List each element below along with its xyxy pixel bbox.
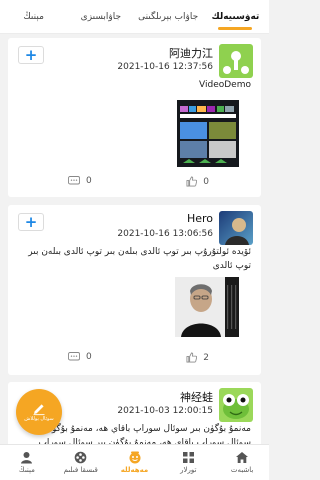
tab-recommended[interactable]: تەۋسىيەلك	[202, 0, 269, 33]
home-icon	[236, 452, 249, 463]
like-stat[interactable]: 2	[186, 352, 209, 363]
avatar[interactable]	[219, 211, 253, 245]
nav-networks[interactable]: تورلار	[161, 445, 215, 480]
ask-question-label: سوئال يوللاش	[24, 416, 54, 422]
grid-icon	[182, 452, 194, 463]
tab-mine[interactable]: مېنىڭ	[0, 0, 67, 33]
like-count: 0	[203, 176, 209, 187]
nav-home[interactable]: باشبەت	[215, 445, 269, 480]
follow-button[interactable]: +	[18, 213, 44, 231]
nav-community[interactable]: مەھەللە	[108, 445, 162, 480]
post-stats: 2 0	[8, 352, 261, 368]
bottom-nav: باشبەت تورلار مەھەللە قىسقا فىلىم مېنىڭ	[0, 444, 269, 480]
thumbs-up-icon	[186, 176, 198, 187]
comment-icon	[68, 176, 80, 185]
nav-networks-label: تورلار	[180, 466, 197, 474]
post-datetime: 2021-10-03 12:00:15	[117, 406, 213, 416]
comment-count: 0	[86, 176, 92, 186]
comment-stat[interactable]: 0	[68, 176, 92, 186]
post-text[interactable]: ئۆيدە ئولتۇرۇپ بىر توپ ئالدى بىلەن بىر ت…	[18, 245, 251, 273]
nav-short-film-label: قىسقا فىلىم	[63, 466, 98, 474]
top-tab-bar: تەۋسىيەلك جاۋاب بېرىلگىنى جاۋابسىزى مېنى…	[0, 0, 269, 34]
post-text[interactable]: VideoDemo	[18, 78, 251, 92]
avatar[interactable]	[219, 388, 253, 422]
post-feed[interactable]: + 阿迪力江 2021-10-16 12:37:56 VideoDemo 0 0…	[0, 36, 269, 444]
nav-mine-label: مېنىڭ	[18, 466, 35, 474]
tab-unanswered[interactable]: جاۋابسىزى	[67, 0, 134, 33]
comment-icon	[68, 352, 80, 361]
post-username[interactable]: 神经蛙	[180, 389, 213, 405]
post-datetime: 2021-10-16 12:37:56	[117, 62, 213, 72]
post-stats: 0 0	[8, 176, 261, 192]
nav-home-label: باشبەت	[230, 466, 254, 474]
nav-community-label: مەھەللە	[120, 466, 149, 474]
post-image[interactable]	[175, 277, 239, 337]
person-icon	[21, 452, 33, 464]
video-thumbnail[interactable]	[177, 100, 239, 167]
pencil-icon	[33, 404, 45, 416]
post-datetime: 2021-10-16 13:06:56	[117, 229, 213, 239]
community-icon	[129, 451, 141, 464]
tab-answered[interactable]: جاۋاب بېرىلگىنى	[135, 0, 202, 33]
post-card[interactable]: + 阿迪力江 2021-10-16 12:37:56 VideoDemo 0 0	[8, 38, 261, 197]
post-card[interactable]: + Hero 2021-10-16 13:06:56 ئۆيدە ئولتۇرۇ…	[8, 205, 261, 375]
post-username[interactable]: 阿迪力江	[169, 45, 213, 61]
avatar[interactable]	[219, 44, 253, 78]
thumbs-up-icon	[186, 352, 198, 363]
like-stat[interactable]: 0	[186, 176, 209, 187]
film-reel-icon	[74, 451, 87, 464]
ask-question-button[interactable]: سوئال يوللاش	[16, 389, 62, 435]
follow-button[interactable]: +	[18, 46, 44, 64]
like-count: 2	[203, 352, 209, 363]
comment-count: 0	[86, 352, 92, 362]
nav-short-film[interactable]: قىسقا فىلىم	[54, 445, 108, 480]
post-username[interactable]: Hero	[187, 212, 213, 225]
nav-mine[interactable]: مېنىڭ	[0, 445, 54, 480]
comment-stat[interactable]: 0	[68, 352, 92, 362]
